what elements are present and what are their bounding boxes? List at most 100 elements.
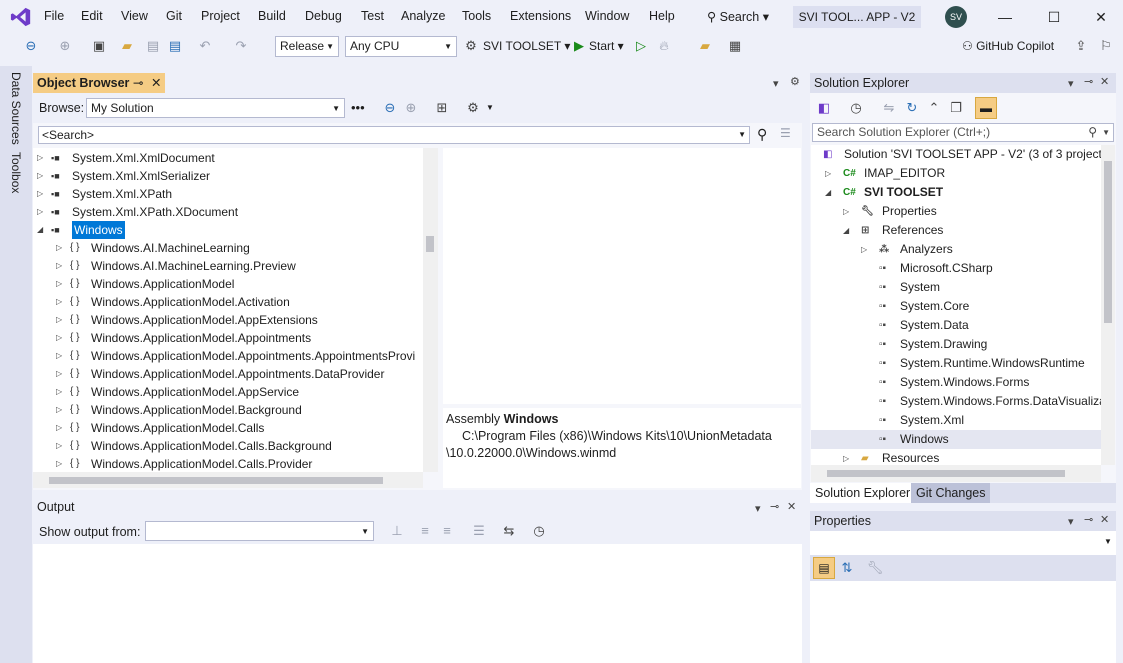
expand-arrow-icon[interactable]: ◢ (843, 221, 849, 240)
solution-tree-item[interactable]: ▷ C# IMAP_EDITOR (811, 164, 1101, 183)
start-without-debugging-icon[interactable]: ▷ (632, 37, 650, 55)
expand-arrow-icon[interactable]: ▷ (861, 240, 867, 259)
output-content[interactable] (33, 544, 802, 663)
word-wrap-icon[interactable]: ⇆ (500, 522, 518, 540)
hot-reload-icon[interactable]: 🔥︎ (655, 37, 673, 55)
se-menu-icon[interactable]: ▾ (1068, 77, 1074, 90)
add-reference-icon[interactable]: ⊞ (433, 99, 451, 117)
menu-window[interactable]: Window (585, 9, 629, 23)
ob-settings-dropdown-icon[interactable]: ▼ (486, 103, 494, 112)
close-window-icon[interactable]: ✕ (1093, 9, 1109, 25)
se-sync-icon[interactable]: ⇋ (880, 99, 898, 117)
tab-data-sources[interactable]: Data Sources (9, 72, 23, 145)
se-h-scrollbar-thumb[interactable] (827, 470, 1065, 477)
output-menu-icon[interactable]: ▾ (755, 502, 761, 515)
github-copilot-button[interactable]: ⚇ GitHub Copilot (962, 39, 1054, 53)
pr-close-icon[interactable]: ✕ (1100, 513, 1109, 526)
close-tab-icon[interactable]: ✕ (151, 73, 161, 93)
maximize-icon[interactable]: ☐ (1046, 9, 1062, 25)
se-vertical-scrollbar[interactable] (1101, 145, 1115, 465)
expand-arrow-icon[interactable]: ▷ (56, 347, 66, 365)
minimize-icon[interactable]: — (997, 9, 1013, 25)
solution-tree-item[interactable]: ▫▪ System.Windows.Forms.DataVisualizat (811, 392, 1101, 411)
property-pages-icon[interactable]: 🔧︎ (866, 559, 884, 577)
expand-arrow-icon[interactable]: ▷ (825, 164, 831, 183)
tree-vertical-scrollbar[interactable] (423, 148, 438, 472)
menu-file[interactable]: File (44, 9, 64, 23)
se-history-icon[interactable]: ◷ (847, 99, 865, 117)
settings-icon[interactable]: ⚙ (790, 75, 800, 88)
clear-search-icon[interactable]: ☰ (780, 126, 791, 140)
redo-icon[interactable]: ↷ (232, 37, 250, 55)
solution-tree-item[interactable]: ▫▪ System.Runtime.WindowsRuntime (811, 354, 1101, 373)
tab-solution-explorer[interactable]: Solution Explorer (810, 483, 916, 503)
solution-folder-icon[interactable]: ▰ (696, 37, 714, 55)
output-pin-icon[interactable]: ⊸ (770, 500, 779, 513)
menu-git[interactable]: Git (166, 9, 182, 23)
window-layout-icon[interactable]: ▦ (726, 37, 744, 55)
new-project-icon[interactable]: ▣ (90, 37, 108, 55)
ob-back-icon[interactable]: ⊖ (381, 99, 399, 117)
solution-tree-item[interactable]: ▫▪ System (811, 278, 1101, 297)
categorized-icon[interactable]: ▤ (813, 557, 835, 579)
platform-dropdown[interactable]: Any CPU ▼ (345, 36, 457, 57)
share-icon[interactable]: ⇪ (1072, 37, 1090, 55)
pr-pin-icon[interactable]: ⊸ (1084, 513, 1093, 526)
expand-arrow-icon[interactable]: ▷ (56, 275, 66, 293)
configuration-dropdown[interactable]: Release ▼ (275, 36, 339, 57)
feedback-icon[interactable]: ⚐ (1097, 37, 1115, 55)
solution-tree-item[interactable]: ◢ C# SVI TOOLSET (811, 183, 1101, 202)
expand-arrow-icon[interactable]: ▷ (56, 293, 66, 311)
expand-arrow-icon[interactable]: ▷ (56, 365, 66, 383)
menu-extensions[interactable]: Extensions (510, 9, 571, 23)
solution-tree-item[interactable]: ▫▪ System.Data (811, 316, 1101, 335)
object-search-input[interactable]: <Search> ▼ (38, 126, 750, 144)
output-close-icon[interactable]: ✕ (787, 500, 796, 513)
scrollbar-thumb[interactable] (426, 236, 434, 252)
menu-debug[interactable]: Debug (305, 9, 342, 23)
se-show-all-icon[interactable]: ❐ (947, 99, 965, 117)
h-scrollbar-thumb[interactable] (49, 477, 383, 484)
tab-git-changes[interactable]: Git Changes (911, 483, 991, 503)
undo-icon[interactable]: ↶ (196, 37, 214, 55)
save-icon[interactable]: ▤ (144, 37, 162, 55)
alphabetical-icon[interactable]: ⇅ (838, 559, 856, 577)
find-message-icon[interactable]: ⊥ (388, 522, 406, 540)
ob-settings-icon[interactable]: ⚙ (464, 99, 482, 117)
expand-arrow-icon[interactable]: ▷ (56, 419, 66, 437)
pr-menu-icon[interactable]: ▾ (1068, 515, 1074, 528)
expand-arrow-icon[interactable]: ◢ (825, 183, 831, 202)
clock-icon[interactable]: ◷ (530, 522, 548, 540)
properties-object-dropdown[interactable]: ▼ (1104, 537, 1112, 546)
solution-tree-item[interactable]: ▫▪ System.Windows.Forms (811, 373, 1101, 392)
pin-icon[interactable]: ⊸ (133, 73, 143, 93)
output-source-dropdown[interactable]: ▼ (145, 521, 374, 541)
panel-menu-icon[interactable]: ▾ (773, 77, 779, 90)
se-horizontal-scrollbar[interactable] (811, 465, 1101, 482)
visual-studio-logo-icon[interactable] (10, 6, 32, 28)
next-message-icon[interactable]: ≡ (438, 522, 456, 540)
expand-arrow-icon[interactable]: ▷ (56, 455, 66, 472)
solution-tree-item[interactable]: ▷ ⁂ Analyzers (811, 240, 1101, 259)
save-all-icon[interactable]: ▤ (166, 37, 184, 55)
tree-horizontal-scrollbar[interactable] (33, 472, 423, 488)
expand-arrow-icon[interactable]: ▷ (56, 401, 66, 419)
expand-arrow-icon[interactable]: ▷ (37, 203, 47, 221)
expand-arrow-icon[interactable]: ▷ (56, 329, 66, 347)
se-refresh-icon[interactable]: ↻ (903, 99, 921, 117)
search-menu[interactable]: ⚲ Search ▾ (707, 9, 769, 24)
menu-test[interactable]: Test (361, 9, 384, 23)
expand-arrow-icon[interactable]: ▷ (56, 239, 66, 257)
prev-message-icon[interactable]: ≡ (416, 522, 434, 540)
expand-arrow-icon[interactable]: ▷ (56, 437, 66, 455)
expand-arrow-icon[interactable]: ▷ (56, 311, 66, 329)
expand-arrow-icon[interactable]: ▷ (37, 185, 47, 203)
menu-view[interactable]: View (121, 9, 148, 23)
expand-arrow-icon[interactable]: ▷ (37, 167, 47, 185)
open-folder-icon[interactable]: ▰ (118, 37, 136, 55)
se-pin-icon[interactable]: ⊸ (1084, 75, 1093, 88)
clear-all-icon[interactable]: ☰ (470, 522, 488, 540)
solution-tree-item[interactable]: ◢ ⊞ References (811, 221, 1101, 240)
expand-arrow-icon[interactable]: ▷ (56, 257, 66, 275)
se-collapse-icon[interactable]: ⌃ (925, 99, 943, 117)
